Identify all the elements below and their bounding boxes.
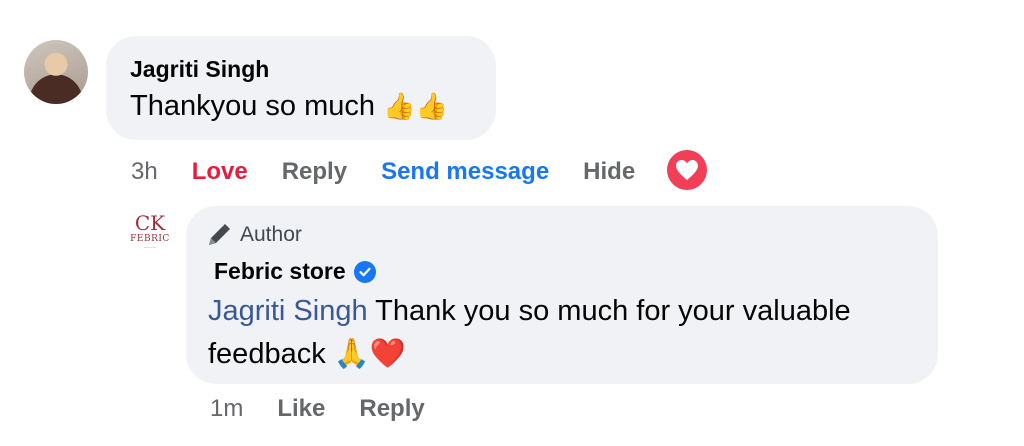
comment-text: Thankyou so much 👍👍 (130, 90, 448, 123)
heart-reaction-icon[interactable] (667, 150, 707, 190)
reply-author-name[interactable]: Febric store (214, 258, 346, 285)
comment-timestamp[interactable]: 3h (131, 158, 158, 186)
hide-button[interactable]: Hide (583, 158, 635, 186)
like-button[interactable]: Like (277, 395, 325, 423)
author-badge: Author (206, 222, 302, 248)
mention-link[interactable]: Jagriti Singh (208, 295, 368, 327)
reply-author-row: Febric store (214, 258, 376, 285)
comment-author-name[interactable]: Jagriti Singh (130, 56, 269, 83)
author-badge-label: Author (240, 223, 302, 246)
reply-button[interactable]: Reply (282, 158, 347, 186)
logo-monogram: CK (134, 211, 166, 235)
page-logo-avatar[interactable]: CK FEBRIC ——— (128, 212, 172, 276)
comment-bubble: Jagriti Singh Thankyou so much 👍👍 (106, 36, 496, 140)
comment-actions: 3h Love Reply Send message Hide (131, 155, 635, 189)
commenter-avatar[interactable] (24, 40, 88, 104)
send-message-button[interactable]: Send message (381, 158, 549, 186)
comment-text-body: Thankyou so much (130, 90, 376, 122)
reply-actions: 1m Like Reply (210, 392, 425, 426)
checkmark-icon (359, 267, 371, 276)
thumbs-up-emoji-icon: 👍👍 (383, 92, 448, 122)
heart-icon (676, 160, 698, 180)
verified-badge-icon (353, 260, 376, 283)
logo-brand-text: FEBRIC (130, 234, 170, 244)
pen-icon (209, 224, 230, 245)
love-button[interactable]: Love (192, 158, 248, 186)
reply-timestamp[interactable]: 1m (210, 395, 243, 423)
reply-bubble: Author Febric store Jagriti Singh Thank … (186, 206, 938, 384)
reply-reply-button[interactable]: Reply (359, 395, 424, 423)
logo-tagline: ——— (144, 244, 156, 249)
pray-heart-emoji-icon: 🙏❤️ (333, 336, 406, 370)
reply-text: Jagriti Singh Thank you so much for your… (208, 290, 928, 375)
